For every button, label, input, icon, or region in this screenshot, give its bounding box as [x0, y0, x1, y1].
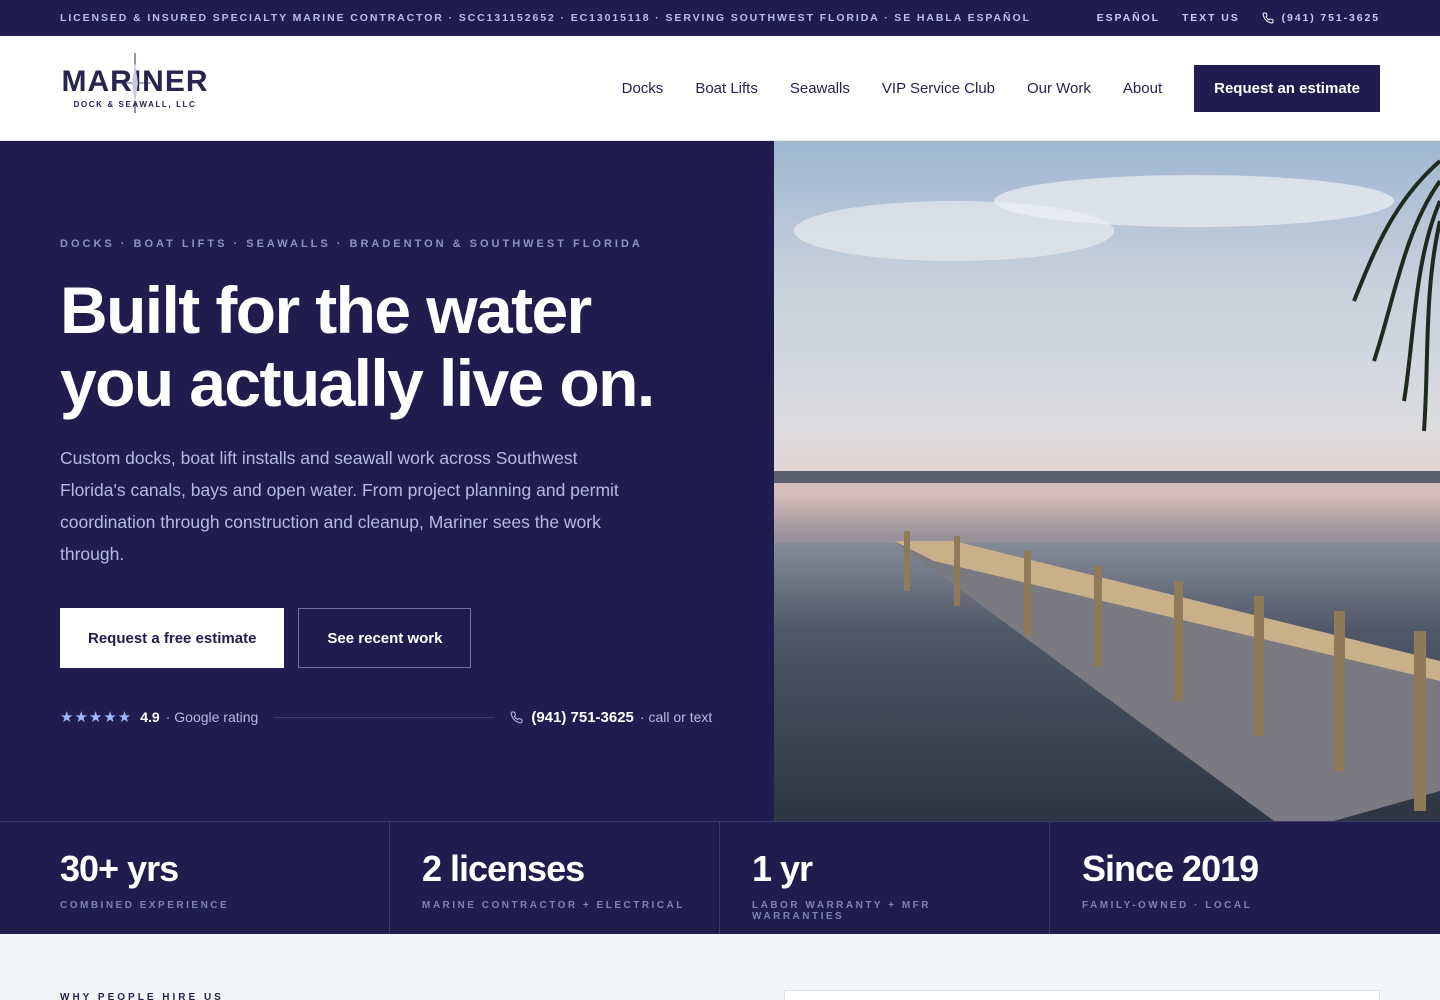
headline-line-1: Built for the water — [60, 273, 592, 347]
why-card — [784, 990, 1380, 1000]
stat-value: 1 yr — [752, 848, 813, 889]
top-phone-number: (941) 751-3625 — [1281, 12, 1380, 24]
rating-stars-icon: ★★★★★ — [60, 709, 133, 726]
hero-headline: Built for the water you actually live on… — [60, 274, 714, 420]
top-info-bar: LICENSED & INSURED SPECIALTY MARINE CONT… — [0, 0, 1440, 36]
hero-photo-dock — [774, 141, 1440, 821]
hero-meta: ★★★★★ 4.9 · Google rating (941) 751-3625… — [60, 708, 714, 727]
stat-value: Since 2019 — [1082, 848, 1259, 889]
espanol-link[interactable]: ESPAÑOL — [1097, 12, 1160, 24]
rating-value: 4.9 — [140, 709, 160, 725]
phone-icon — [1262, 12, 1274, 24]
logo[interactable]: MARINER DOCK & SEAWALL, LLC — [60, 53, 210, 113]
stat-experience: 30+ yrs COMBINED EXPERIENCE — [0, 822, 390, 934]
nav-boat-lifts[interactable]: Boat Lifts — [695, 80, 758, 97]
nav-vip-service-club[interactable]: VIP Service Club — [882, 80, 995, 97]
rating-label: · Google rating — [165, 709, 259, 725]
hero-buttons: Request a free estimate See recent work — [60, 608, 714, 668]
hero-phone-link[interactable]: (941) 751-3625 — [531, 709, 634, 726]
license-info: LICENSED & INSURED SPECIALTY MARINE CONT… — [60, 12, 1031, 24]
nav-our-work[interactable]: Our Work — [1027, 80, 1091, 97]
stat-value: 30+ yrs — [60, 848, 179, 889]
why-eyebrow: WHY PEOPLE HIRE US — [60, 992, 224, 1000]
top-actions: ESPAÑOL TEXT US (941) 751-3625 — [1097, 12, 1380, 24]
site-header: MARINER DOCK & SEAWALL, LLC Docks Boat L… — [0, 36, 1440, 141]
see-recent-work-button[interactable]: See recent work — [298, 608, 472, 668]
request-estimate-button[interactable]: Request an estimate — [1194, 64, 1380, 112]
phone-icon — [510, 711, 523, 723]
phone-label: · call or text — [639, 709, 713, 725]
nav-seawalls[interactable]: Seawalls — [790, 80, 850, 97]
water-reflection — [774, 483, 1440, 543]
top-phone-link[interactable]: (941) 751-3625 — [1262, 12, 1380, 24]
stat-value: 2 licenses — [422, 848, 585, 889]
hero-lede: Custom docks, boat lift installs and sea… — [60, 448, 619, 564]
meta-divider — [274, 716, 495, 718]
headline-line-2: you actually live on. — [60, 346, 655, 420]
dock-deck — [894, 541, 1440, 821]
hero-eyebrow: DOCKS · BOAT LIFTS · SEAWALLS · BRADENTO… — [60, 238, 643, 250]
dock-illustration — [774, 159, 1440, 821]
nav-docks[interactable]: Docks — [622, 80, 664, 97]
stat-warranty: 1 yr LABOR WARRANTY + MFR WARRANTIES — [720, 822, 1050, 934]
stat-label: LABOR WARRANTY + MFR WARRANTIES — [752, 900, 931, 922]
why-section: WHY PEOPLE HIRE US — [0, 934, 1440, 1000]
shoreline — [774, 471, 1440, 483]
stat-label: COMBINED EXPERIENCE — [60, 900, 230, 911]
main-nav: Docks Boat Lifts Seawalls VIP Service Cl… — [590, 64, 1380, 112]
stat-label: FAMILY-OWNED · LOCAL — [1082, 900, 1253, 911]
hero-content: DOCKS · BOAT LIFTS · SEAWALLS · BRADENTO… — [0, 141, 774, 821]
free-estimate-button[interactable]: Request a free estimate — [60, 608, 285, 668]
compass-logo-icon — [119, 53, 151, 113]
nav-about[interactable]: About — [1123, 80, 1162, 97]
stats-bar: 30+ yrs COMBINED EXPERIENCE 2 licenses M… — [0, 821, 1440, 934]
stat-licenses: 2 licenses MARINE CONTRACTOR + ELECTRICA… — [390, 822, 720, 934]
cloud — [994, 175, 1394, 227]
stat-label: MARINE CONTRACTOR + ELECTRICAL — [422, 900, 685, 911]
stat-since: Since 2019 FAMILY-OWNED · LOCAL — [1050, 822, 1440, 934]
hero-section: DOCKS · BOAT LIFTS · SEAWALLS · BRADENTO… — [0, 141, 1440, 821]
text-us-link[interactable]: TEXT US — [1182, 12, 1240, 24]
